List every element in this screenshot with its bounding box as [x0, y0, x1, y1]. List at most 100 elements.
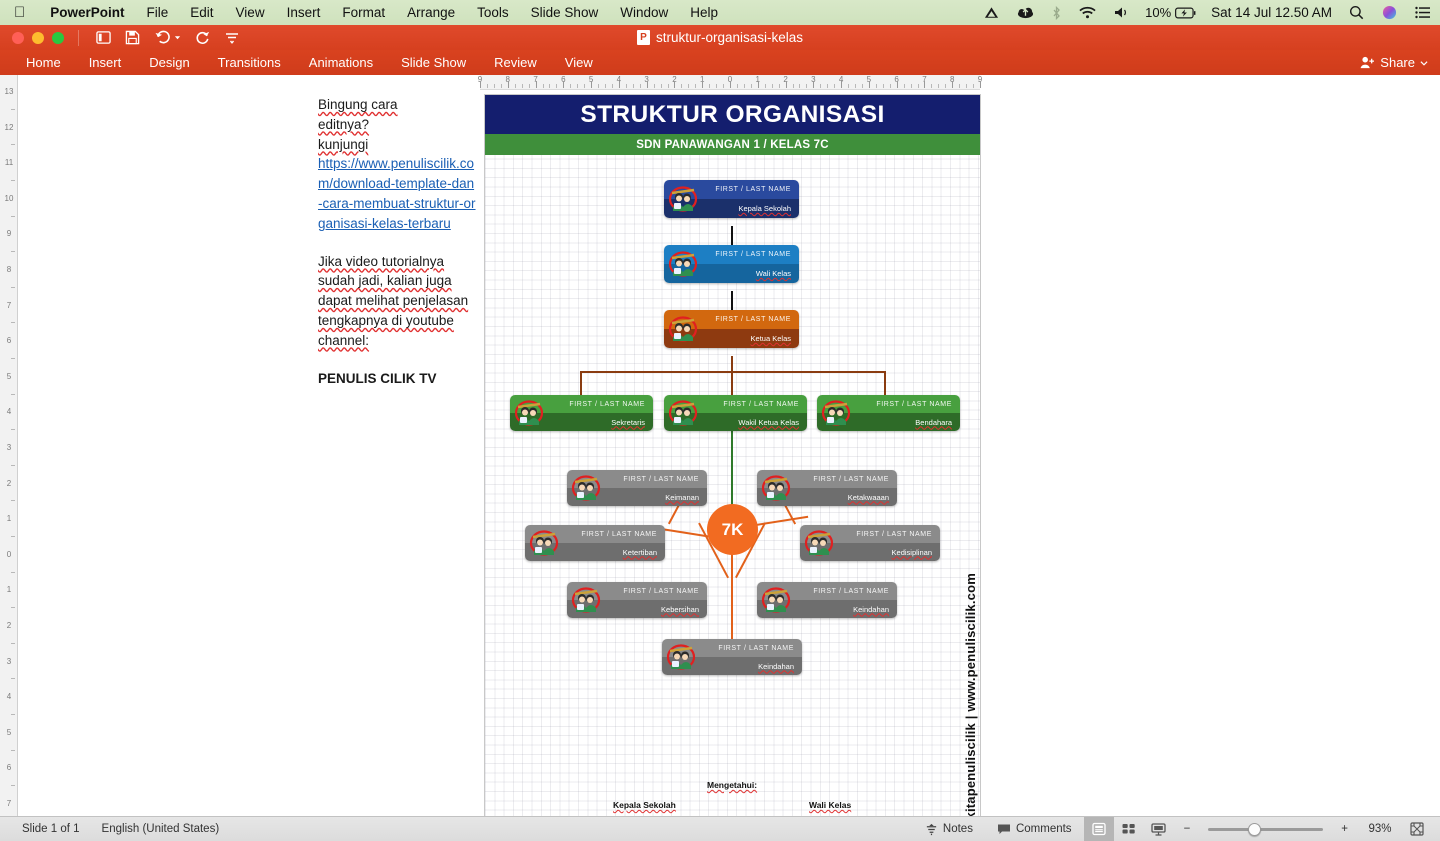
menu-item-tools[interactable]: Tools	[466, 5, 520, 20]
tab-transitions[interactable]: Transitions	[204, 55, 295, 70]
zoom-out-button[interactable]: −	[1174, 817, 1201, 841]
clock-label[interactable]: Sat 14 Jul 12.50 AM	[1203, 5, 1340, 20]
ruler-minor-tick	[695, 84, 697, 88]
document-title: struktur-organisasi-kelas	[655, 30, 804, 45]
ruler-major-tick	[507, 81, 509, 88]
menu-item-insert[interactable]: Insert	[276, 5, 332, 20]
node-sekretaris[interactable]: FIRST / LAST NAME Sekretaris	[510, 395, 653, 431]
notes-button[interactable]: Notes	[913, 817, 985, 841]
node-wakil-ketua-kelas[interactable]: FIRST / LAST NAME Wakil Ketua Kelas	[664, 395, 807, 431]
fit-slide-to-window-icon[interactable]	[1402, 817, 1432, 841]
ruler-minor-tick	[667, 84, 669, 88]
node-role-label: Bendahara	[915, 417, 952, 427]
tab-slide-show[interactable]: Slide Show	[387, 55, 480, 70]
node-bendahara[interactable]: FIRST / LAST NAME Bendahara	[817, 395, 960, 431]
save-icon[interactable]	[118, 30, 147, 45]
ruler-minor-tick	[959, 84, 961, 88]
tab-animations[interactable]: Animations	[295, 55, 387, 70]
slide-sorter-icon[interactable]	[1114, 817, 1144, 841]
slide-title-banner[interactable]: STRUKTUR ORGANISASI	[485, 95, 980, 134]
close-window-button[interactable]	[12, 31, 24, 44]
menu-item-edit[interactable]: Edit	[179, 5, 224, 20]
node-name-placeholder: FIRST / LAST NAME	[569, 400, 645, 408]
zoom-percent-label[interactable]: 93%	[1358, 823, 1402, 835]
spotlight-search-icon[interactable]	[1340, 5, 1373, 20]
node-name-placeholder: FIRST / LAST NAME	[623, 587, 699, 595]
node-keindahan-right[interactable]: FIRST / LAST NAME Keindahan	[757, 582, 897, 618]
powerpoint-window:  PowerPoint File Edit View Insert Forma…	[0, 0, 1440, 841]
node-kepala-sekolah[interactable]: FIRST / LAST NAME Kepala Sekolah	[664, 180, 799, 218]
slide-counter[interactable]: Slide 1 of 1	[22, 823, 80, 835]
control-center-icon[interactable]	[1406, 6, 1440, 19]
ruler-tick-label: 9	[6, 229, 12, 239]
menu-item-powerpoint[interactable]: PowerPoint	[39, 5, 135, 20]
ruler-tick-label: 8	[6, 265, 12, 274]
tab-review[interactable]: Review	[480, 55, 551, 70]
undo-icon[interactable]	[147, 30, 188, 45]
tab-insert[interactable]: Insert	[75, 55, 136, 70]
menu-item-slide-show[interactable]: Slide Show	[520, 5, 610, 20]
connector-to-sekretaris	[580, 371, 582, 395]
menu-item-arrange[interactable]: Arrange	[396, 5, 466, 20]
menu-item-help[interactable]: Help	[679, 5, 729, 20]
tab-home[interactable]: Home	[12, 55, 75, 70]
siri-icon[interactable]	[1373, 5, 1406, 20]
node-kedisiplinan[interactable]: FIRST / LAST NAME Kedisiplinan	[800, 525, 940, 561]
zoom-slider-knob[interactable]	[1248, 822, 1262, 836]
instruction-line-1: Bingung cara	[318, 97, 398, 112]
bluetooth-icon[interactable]	[1043, 5, 1070, 20]
ruler-minor-tick	[639, 84, 641, 88]
menu-item-file[interactable]: File	[136, 5, 180, 20]
node-ketakwaaan[interactable]: FIRST / LAST NAME Ketakwaaan	[757, 470, 897, 506]
minimize-window-button[interactable]	[32, 31, 44, 44]
comments-button[interactable]: Comments	[985, 817, 1084, 841]
ruler-minor-tick	[625, 84, 627, 88]
instruction-text-box[interactable]: Bingung cara editnya? kunjungi https://w…	[318, 95, 478, 388]
node-keindahan-bottom[interactable]: FIRST / LAST NAME Keindahan	[662, 639, 802, 675]
slide-subtitle-banner[interactable]: SDN PANAWANGAN 1 / KELAS 7C	[485, 134, 980, 155]
battery-status[interactable]: 10%	[1139, 5, 1203, 20]
ruler-major-tick	[757, 81, 759, 88]
menu-item-window[interactable]: Window	[609, 5, 679, 20]
cloud-upload-icon[interactable]	[1008, 6, 1043, 19]
ruler-minor-tick	[11, 749, 15, 751]
node-ketertiban[interactable]: FIRST / LAST NAME Ketertiban	[525, 525, 665, 561]
ruler-minor-tick	[500, 84, 502, 88]
signature-left-role: Kepala Sekolah	[613, 800, 676, 810]
template-link[interactable]: https://www.penuliscilik.com/download-te…	[318, 154, 478, 233]
presenter-view-icon[interactable]	[1144, 817, 1174, 841]
student-avatar-icon	[571, 475, 601, 501]
slide-canvas[interactable]: STRUKTUR ORGANISASI SDN PANAWANGAN 1 / K…	[485, 95, 980, 841]
node-role-label: Kepala Sekolah	[738, 204, 791, 213]
share-button[interactable]: Share	[1360, 50, 1428, 75]
wifi-icon[interactable]	[1070, 6, 1105, 19]
ruler-major-tick	[674, 81, 676, 88]
volume-icon[interactable]	[1105, 6, 1139, 19]
tab-view[interactable]: View	[551, 55, 607, 70]
ruler-tick-label: 2	[6, 621, 12, 630]
ruler-minor-tick	[611, 84, 613, 88]
hub-7k[interactable]: 7K	[707, 504, 758, 555]
redo-icon[interactable]	[188, 30, 218, 45]
sidebar-toggle-icon[interactable]	[89, 30, 118, 45]
zoom-in-button[interactable]: +	[1331, 817, 1358, 841]
language-label[interactable]: English (United States)	[102, 823, 220, 835]
node-wali-kelas[interactable]: FIRST / LAST NAME Wali Kelas	[664, 245, 799, 283]
node-keimanan[interactable]: FIRST / LAST NAME Keimanan	[567, 470, 707, 506]
ruler-minor-tick	[584, 84, 586, 88]
menu-item-view[interactable]: View	[225, 5, 276, 20]
ruler-minor-tick	[882, 84, 884, 88]
apple-menu-icon[interactable]: 	[14, 5, 25, 20]
ruler-major-tick	[535, 81, 537, 88]
normal-view-icon[interactable]	[1083, 816, 1114, 841]
node-kebersihan[interactable]: FIRST / LAST NAME Kebersihan	[567, 582, 707, 618]
customize-toolbar-icon[interactable]	[218, 32, 246, 44]
tab-design[interactable]: Design	[135, 55, 203, 70]
zoom-slider[interactable]	[1208, 817, 1324, 841]
ruler-minor-tick	[11, 429, 15, 431]
node-ketua-kelas[interactable]: FIRST / LAST NAME Ketua Kelas	[664, 310, 799, 348]
maximize-window-button[interactable]	[52, 31, 64, 44]
menu-item-format[interactable]: Format	[331, 5, 396, 20]
ruler-minor-tick	[11, 536, 15, 537]
airplay-icon[interactable]	[975, 6, 1008, 20]
